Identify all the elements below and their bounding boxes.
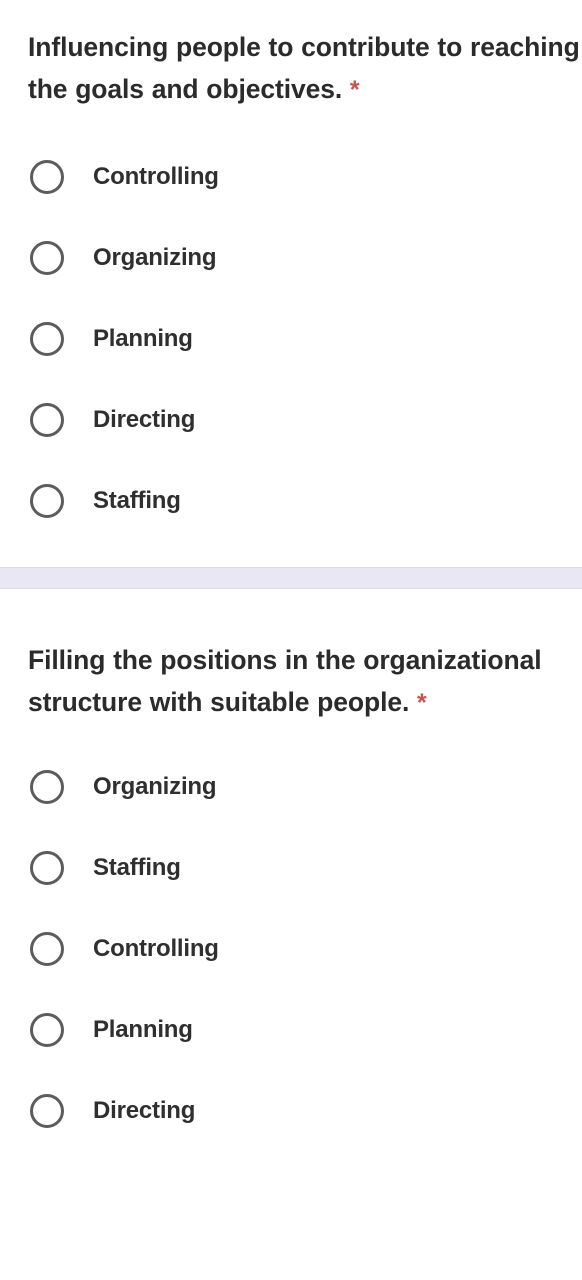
- question-1-title: Influencing people to contribute to reac…: [0, 26, 582, 111]
- option-label: Organizing: [93, 772, 217, 800]
- post-separator-spacer: [0, 589, 582, 617]
- quiz-form-scroll-area[interactable]: Influencing people to contribute to reac…: [0, 0, 582, 1280]
- radio-button-icon[interactable]: [30, 850, 64, 885]
- question-2-option-controlling[interactable]: Controlling: [0, 908, 582, 989]
- question-2-title: Filling the positions in the organizatio…: [0, 639, 582, 724]
- question-1-options-list: Controlling Organizing Planning Directin…: [0, 136, 582, 541]
- radio-button-icon[interactable]: [30, 402, 64, 437]
- option-label: Controlling: [93, 934, 219, 962]
- radio-button-icon[interactable]: [30, 321, 64, 356]
- radio-button-icon[interactable]: [30, 159, 64, 194]
- option-label: Organizing: [93, 243, 217, 271]
- question-card-1: Influencing people to contribute to reac…: [0, 0, 582, 541]
- question-1-option-planning[interactable]: Planning: [0, 298, 582, 379]
- question-2-text: Filling the positions in the organizatio…: [28, 645, 542, 717]
- radio-button-icon[interactable]: [30, 483, 64, 518]
- question-2-option-directing[interactable]: Directing: [0, 1070, 582, 1151]
- section-separator-band: [0, 567, 582, 589]
- question-2-option-organizing[interactable]: Organizing: [0, 746, 582, 827]
- question-1-required-asterisk: *: [349, 76, 360, 104]
- radio-button-icon[interactable]: [30, 1093, 64, 1128]
- question-2-title-block: Filling the positions in the organizatio…: [0, 617, 582, 724]
- question-2-options-list: Organizing Staffing Controlling Planning…: [0, 746, 582, 1151]
- radio-button-icon[interactable]: [30, 240, 64, 275]
- option-label: Staffing: [93, 486, 181, 514]
- question-1-options-spacer: [0, 111, 582, 136]
- question-1-option-staffing[interactable]: Staffing: [0, 460, 582, 541]
- option-label: Planning: [93, 1015, 193, 1043]
- option-label: Staffing: [93, 853, 181, 881]
- question-card-2: Filling the positions in the organizatio…: [0, 617, 582, 1151]
- question-2-option-staffing[interactable]: Staffing: [0, 827, 582, 908]
- radio-button-icon[interactable]: [30, 769, 64, 804]
- option-label: Planning: [93, 324, 193, 352]
- question-1-option-controlling[interactable]: Controlling: [0, 136, 582, 217]
- option-label: Directing: [93, 1096, 196, 1124]
- pre-separator-spacer: [0, 541, 582, 567]
- option-label: Controlling: [93, 162, 219, 190]
- question-1-option-directing[interactable]: Directing: [0, 379, 582, 460]
- question-1-option-organizing[interactable]: Organizing: [0, 217, 582, 298]
- question-1-title-block: Influencing people to contribute to reac…: [0, 0, 582, 111]
- radio-button-icon[interactable]: [30, 931, 64, 966]
- option-label: Directing: [93, 405, 196, 433]
- question-1-text: Influencing people to contribute to reac…: [28, 32, 580, 104]
- question-2-required-asterisk: *: [417, 689, 427, 717]
- question-2-option-planning[interactable]: Planning: [0, 989, 582, 1070]
- radio-button-icon[interactable]: [30, 1012, 64, 1047]
- question-2-options-spacer: [0, 724, 582, 746]
